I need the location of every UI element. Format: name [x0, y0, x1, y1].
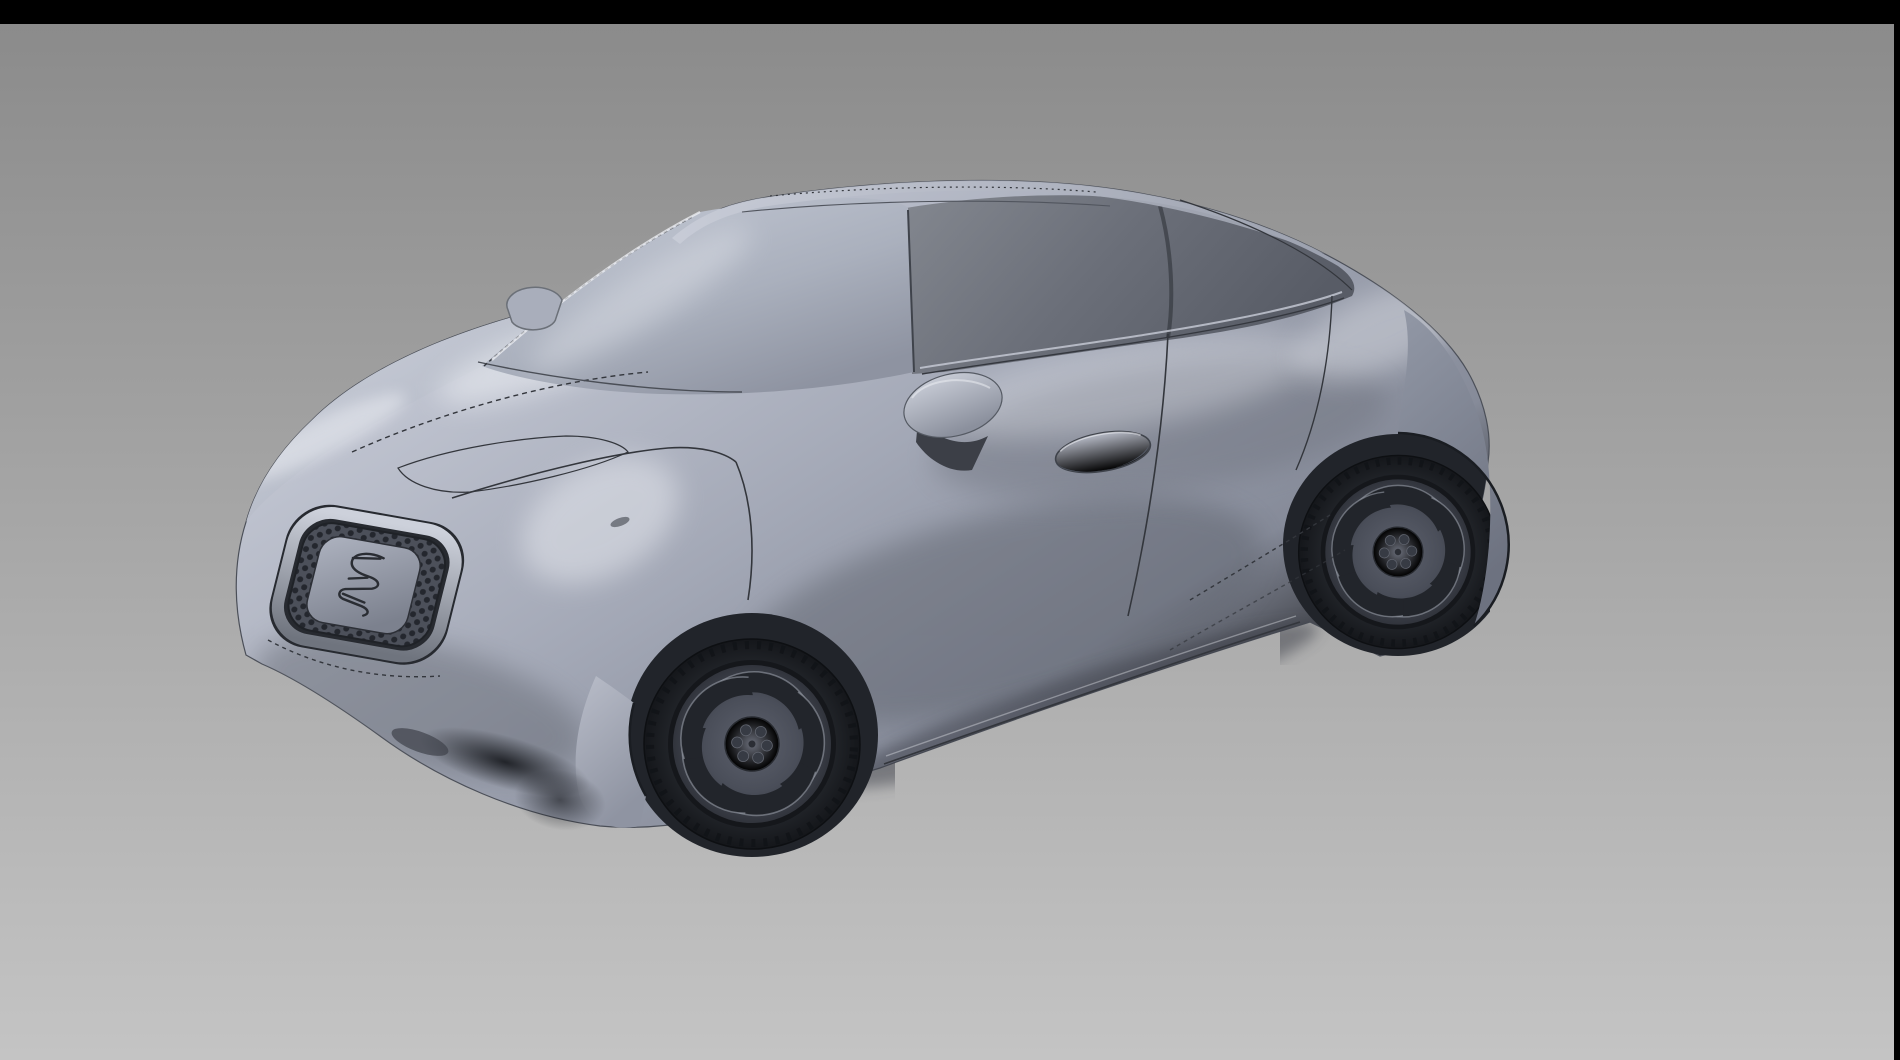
- cad-application-window: [0, 0, 1900, 1060]
- top-letterbox-bar: [0, 0, 1900, 24]
- car-model: [0, 0, 1900, 1060]
- far-side-mirror: [507, 287, 562, 330]
- right-letterbox-bar: [1894, 0, 1900, 1060]
